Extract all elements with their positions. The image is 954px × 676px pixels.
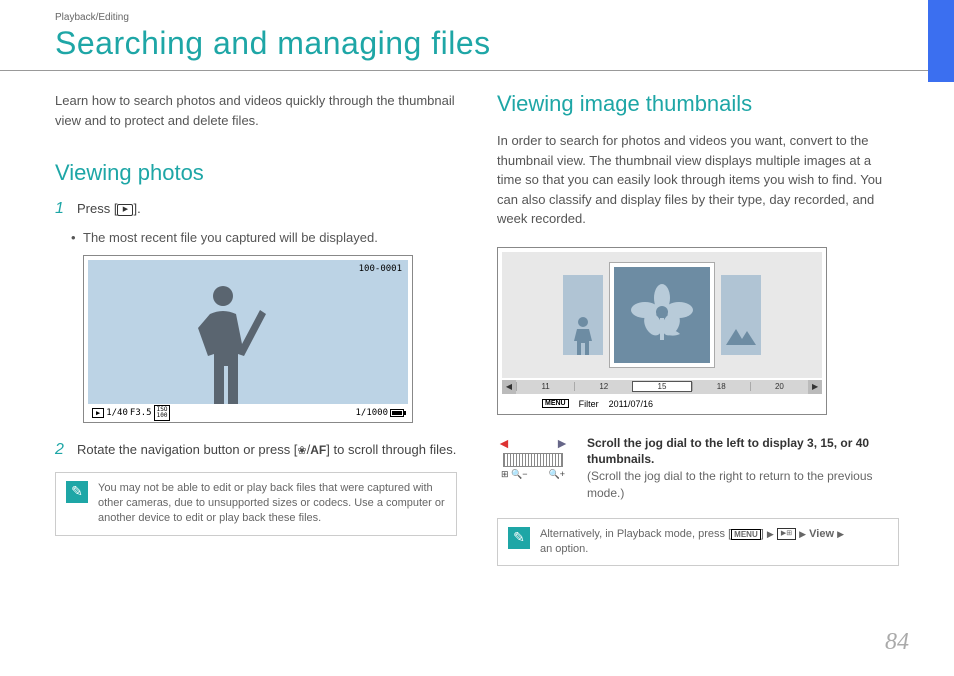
jog-text: Scroll the jog dial to the left to displ… [587, 435, 899, 502]
arrow-right-icon: ► [555, 435, 569, 451]
film-cell: 11 [516, 382, 574, 391]
camera-screen-photo: 100-0001 ▶ 1/40 F3.5 ISO100 1/1000 [83, 255, 413, 423]
left-column: Learn how to search photos and videos qu… [55, 91, 457, 566]
step-2: 2 Rotate the navigation button or press … [55, 441, 457, 459]
right-column: Viewing image thumbnails In order to sea… [497, 91, 899, 566]
thumbnails-intro: In order to search for photos and videos… [497, 131, 899, 229]
playback-icon: ▶ [92, 408, 104, 418]
menu-icon: MENU [731, 529, 761, 540]
exposure-speed: 1/1000 [355, 408, 388, 418]
intro-text: Learn how to search photos and videos qu… [55, 91, 457, 130]
note-icon: ✎ [508, 527, 530, 549]
camera-screen-thumbnails: ◀ 11 12 15 18 20 ▶ MENU Filter 2011/07/1… [497, 247, 827, 415]
note-box: ✎ You may not be able to edit or play ba… [55, 472, 457, 536]
jogdial-instruction: ◄ ► ⊞ 🔍− 🔍+ Scroll the jog dial to the l… [497, 435, 899, 502]
triangle-icon: ▶ [799, 529, 806, 539]
section-title-thumbnails: Viewing image thumbnails [497, 91, 899, 117]
text: Rotate the navigation button or press [ [77, 442, 297, 457]
menu-icon: MENU [542, 399, 569, 408]
battery-icon [390, 409, 404, 417]
triangle-icon: ▶ [837, 529, 844, 539]
arrow-left-icon: ◄ [497, 435, 511, 451]
zoom-icons: ⊞ 🔍− 🔍+ [497, 469, 569, 480]
note-box: ✎ Alternatively, in Playback mode, press… [497, 518, 899, 567]
thumbnail-prev [563, 275, 603, 355]
af-icon: AF [310, 443, 326, 457]
photo-preview: 100-0001 [88, 260, 408, 404]
thumbnail-area [502, 252, 822, 378]
step-number: 2 [55, 441, 67, 459]
macro-icon: ❀ [297, 445, 306, 457]
text: ] to scroll through files. [326, 442, 456, 457]
section-title-viewing-photos: Viewing photos [55, 160, 457, 186]
shutter-speed: 1/40 [106, 408, 128, 418]
film-cell-selected: 15 [632, 381, 691, 392]
zoom-out-icon: ⊞ 🔍− [501, 469, 528, 480]
scroll-right-icon: ▶ [808, 380, 822, 394]
film-cell: 20 [750, 382, 808, 391]
view-label: View [809, 528, 834, 540]
film-cell: 18 [692, 382, 750, 391]
content: Learn how to search photos and videos qu… [0, 71, 954, 566]
jog-bold-text: Scroll the jog dial to the left to displ… [587, 435, 899, 469]
note-text: You may not be able to edit or play back… [98, 481, 446, 527]
step-text: Press []. [77, 200, 457, 218]
filmstrip: ◀ 11 12 15 18 20 ▶ [502, 380, 822, 394]
iso-icon: ISO100 [154, 405, 171, 421]
filter-bar: MENU Filter 2011/07/16 [502, 396, 822, 412]
step-text: Rotate the navigation button or press [❀… [77, 441, 457, 459]
thumbnail-next [721, 275, 761, 355]
flower-icon [627, 280, 697, 350]
camera-status-bar: ▶ 1/40 F3.5 ISO100 1/1000 [88, 404, 408, 422]
page-number: 84 [885, 629, 909, 656]
note-icon: ✎ [66, 481, 88, 503]
text: Press [ [77, 201, 117, 216]
scroll-left-icon: ◀ [502, 380, 516, 394]
play-icon [117, 204, 133, 216]
file-number: 100-0001 [359, 264, 402, 274]
filter-label: Filter [579, 399, 599, 409]
aperture: F3.5 [130, 408, 152, 418]
page-title: Searching and managing files [55, 25, 954, 62]
section-tab [928, 0, 954, 82]
jogdial-icon: ◄ ► ⊞ 🔍− 🔍+ [497, 435, 569, 502]
bullet-note: The most recent file you captured will b… [83, 230, 457, 245]
jog-sub-text: (Scroll the jog dial to the right to ret… [587, 468, 899, 502]
film-cell: 12 [574, 382, 632, 391]
date-label: 2011/07/16 [609, 399, 653, 409]
person-icon [572, 315, 594, 355]
triangle-icon: ▶ [767, 529, 774, 539]
step-1: 1 Press []. [55, 200, 457, 218]
zoom-in-icon: 🔍+ [549, 469, 565, 480]
step-number: 1 [55, 200, 67, 218]
thumbnail-selected [609, 262, 715, 368]
playback-icon: ▶⊞ [777, 528, 796, 540]
text: ]. [133, 201, 140, 216]
page-header: Playback/Editing Searching and managing … [0, 0, 954, 71]
mountain-icon [726, 325, 756, 345]
breadcrumb: Playback/Editing [55, 12, 954, 23]
person-silhouette-icon [178, 274, 268, 404]
note-text: Alternatively, in Playback mode, press [… [540, 527, 844, 558]
dial-graphic [503, 453, 563, 467]
